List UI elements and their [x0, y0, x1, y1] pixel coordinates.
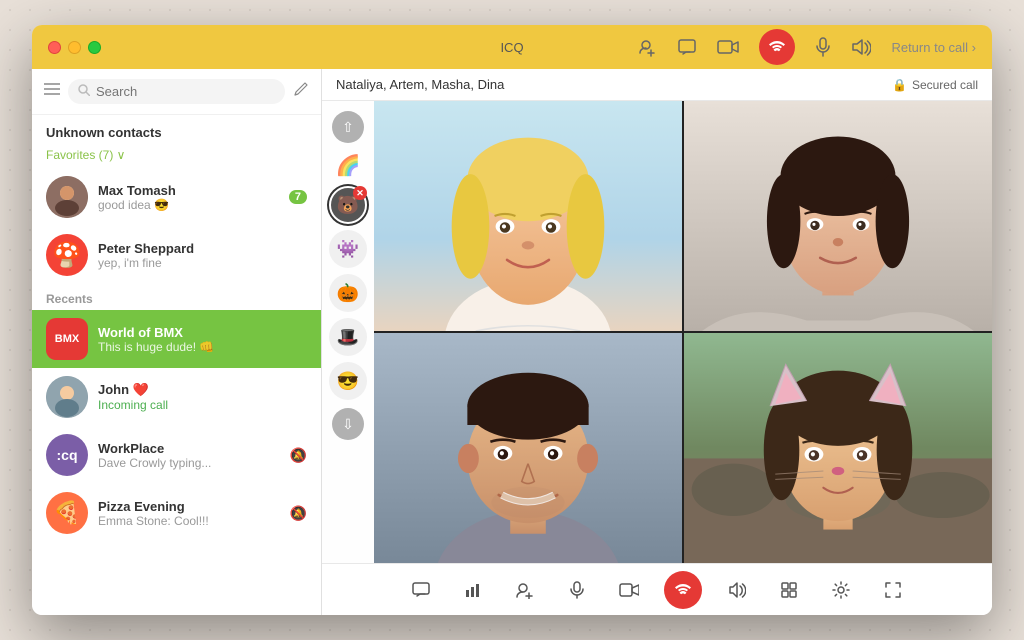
speaker-ctrl-button[interactable] [720, 573, 754, 607]
avatar-workplace: :cq [46, 434, 88, 476]
speaker-icon[interactable] [851, 38, 871, 56]
contact-preview-john: Incoming call [98, 398, 307, 412]
unknown-contacts-label: Unknown contacts [32, 115, 321, 144]
call-area: ⇧ 🌈 🐻 ✕ 👾 🎃 🎩 😎 ⇩ [322, 101, 992, 563]
main-content: Unknown contacts Favorites (7) ∨ Max Tom… [32, 69, 992, 615]
contact-info-max: Max Tomash good idea 😎 [98, 183, 279, 212]
contact-preview-workplace: Dave Crowly typing... [98, 456, 280, 470]
call-controls [322, 563, 992, 615]
chat-ctrl-button[interactable] [404, 573, 438, 607]
contact-name-workplace: WorkPlace [98, 441, 280, 456]
video-cell-1 [374, 101, 682, 331]
alien-filter-button[interactable]: 👾 [329, 230, 367, 268]
avatar-pizza: 🍕 [46, 492, 88, 534]
mac-window: ICQ [32, 25, 992, 615]
add-contact-icon[interactable] [637, 37, 657, 57]
video-grid [374, 101, 992, 563]
tophat-filter-button[interactable]: 🎩 [329, 318, 367, 356]
title-bar: ICQ [32, 25, 992, 69]
mic-ctrl-button[interactable] [560, 573, 594, 607]
lock-icon: 🔒 [892, 78, 907, 92]
end-call-button[interactable] [759, 29, 795, 65]
contact-item-workplace[interactable]: :cq WorkPlace Dave Crowly typing... 🔕 [32, 426, 321, 484]
contact-preview-peter: yep, i'm fine [98, 256, 307, 270]
filter-scroll-up[interactable]: ⇧ [332, 111, 364, 143]
toolbar: Return to call › [637, 29, 976, 65]
contact-item-max[interactable]: Max Tomash good idea 😎 7 [32, 168, 321, 226]
close-button[interactable] [48, 41, 61, 54]
window-title: ICQ [500, 40, 523, 55]
avatar-max [46, 176, 88, 218]
contact-preview-max: good idea 😎 [98, 198, 279, 212]
minimize-button[interactable] [68, 41, 81, 54]
contact-item-bmx[interactable]: BMX World of BMX This is huge dude! 👊 [32, 310, 321, 368]
search-icon [78, 84, 90, 99]
contact-name-john: John ❤️ [98, 382, 307, 398]
favorites-label[interactable]: Favorites (7) ∨ [32, 144, 321, 168]
video-call-icon[interactable] [717, 38, 739, 56]
contact-preview-bmx: This is huge dude! 👊 [98, 340, 307, 354]
contact-list: Unknown contacts Favorites (7) ∨ Max Tom… [32, 115, 321, 615]
avatar-peter: 🍄 [46, 234, 88, 276]
contact-name-bmx: World of BMX [98, 325, 307, 340]
nyan-sticker-icon[interactable]: 🌈 [334, 151, 363, 180]
avatar-john [46, 376, 88, 418]
contact-info-bmx: World of BMX This is huge dude! 👊 [98, 325, 307, 354]
filter-panel: ⇧ 🌈 🐻 ✕ 👾 🎃 🎩 😎 ⇩ [322, 101, 374, 563]
contact-preview-pizza: Emma Stone: Cool!!! [98, 514, 280, 528]
add-participant-ctrl-button[interactable] [508, 573, 542, 607]
end-call-ctrl-button[interactable] [664, 571, 702, 609]
contact-name-pizza: Pizza Evening [98, 499, 280, 514]
mic-icon[interactable] [815, 37, 831, 57]
menu-icon[interactable] [44, 82, 60, 101]
video-cell-3 [374, 333, 682, 563]
contact-info-pizza: Pizza Evening Emma Stone: Cool!!! [98, 499, 280, 528]
mute-icon-workplace: 🔕 [290, 447, 307, 464]
stats-ctrl-button[interactable] [456, 573, 490, 607]
call-panel: Nataliya, Artem, Masha, Dina 🔒 Secured c… [322, 69, 992, 615]
recents-label: Recents [32, 284, 321, 310]
chat-icon[interactable] [677, 37, 697, 57]
sidebar: Unknown contacts Favorites (7) ∨ Max Tom… [32, 69, 322, 615]
contact-info-peter: Peter Sheppard yep, i'm fine [98, 241, 307, 270]
settings-ctrl-button[interactable] [824, 573, 858, 607]
contact-info-workplace: WorkPlace Dave Crowly typing... [98, 441, 280, 470]
compose-icon[interactable] [293, 81, 309, 102]
call-participants: Nataliya, Artem, Masha, Dina [336, 77, 504, 92]
video-cell-4 [684, 333, 992, 563]
secured-label: Secured call [912, 78, 978, 92]
pumpkin-filter-button[interactable]: 🎃 [329, 274, 367, 312]
sidebar-header [32, 69, 321, 115]
traffic-lights [48, 41, 101, 54]
contact-info-john: John ❤️ Incoming call [98, 382, 307, 412]
video-cell-2 [684, 101, 992, 331]
search-box [68, 79, 285, 104]
contact-item-peter[interactable]: 🍄 Peter Sheppard yep, i'm fine [32, 226, 321, 284]
grid-ctrl-button[interactable] [772, 573, 806, 607]
contact-item-pizza[interactable]: 🍕 Pizza Evening Emma Stone: Cool!!! 🔕 [32, 484, 321, 542]
contact-name-max: Max Tomash [98, 183, 279, 198]
maximize-button[interactable] [88, 41, 101, 54]
call-header: Nataliya, Artem, Masha, Dina 🔒 Secured c… [322, 69, 992, 101]
contact-item-john[interactable]: John ❤️ Incoming call [32, 368, 321, 426]
secured-badge: 🔒 Secured call [892, 78, 978, 92]
contact-name-peter: Peter Sheppard [98, 241, 307, 256]
mute-icon-pizza: 🔕 [290, 505, 307, 522]
filter-scroll-down[interactable]: ⇩ [332, 408, 364, 440]
badge-max: 7 [289, 190, 307, 204]
video-ctrl-button[interactable] [612, 573, 646, 607]
avatar-bmx: BMX [46, 318, 88, 360]
search-input[interactable] [96, 84, 275, 99]
bear-filter-button[interactable]: 🐻 ✕ [329, 186, 367, 224]
fullscreen-ctrl-button[interactable] [876, 573, 910, 607]
sunglasses-filter-button[interactable]: 😎 [329, 362, 367, 400]
return-to-call-button[interactable]: Return to call › [891, 40, 976, 55]
